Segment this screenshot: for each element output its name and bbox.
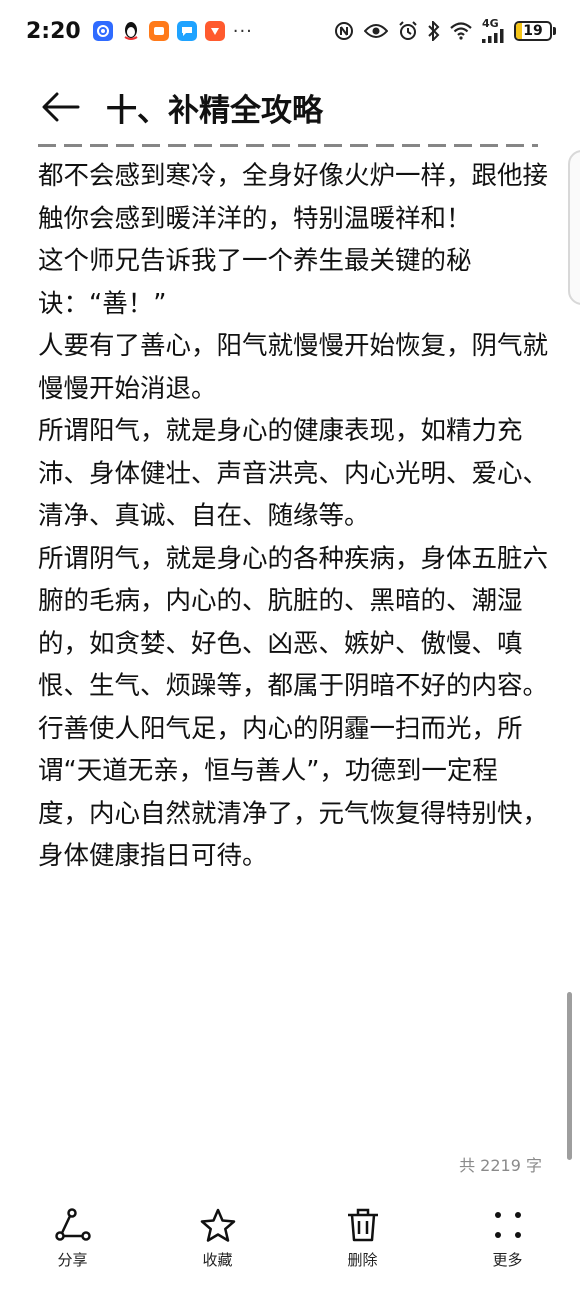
share-button[interactable]: 分享: [23, 1205, 123, 1270]
network-type-label: 4G: [482, 17, 499, 30]
clipped-text-line: [38, 140, 538, 150]
more-label: 更多: [492, 1251, 523, 1269]
app-notification-orange-icon: [148, 21, 169, 41]
more-dots-icon: [494, 1212, 521, 1238]
status-left: 2:20 ···: [26, 19, 253, 44]
side-edge-handle[interactable]: [568, 150, 580, 305]
article-body: 都不会感到寒冷，全身好像火炉一样，跟他接触你会感到暖洋洋的，特别温暖祥和！ 这个…: [38, 155, 548, 878]
battery-level: 19: [523, 23, 543, 39]
word-count: 共 2219 字: [459, 1156, 542, 1175]
nfc-icon: [334, 21, 354, 41]
article-paragraph: 行善使人阳气足，内心的阴霾一扫而光，所谓“天道无亲，恒与善人”，功德到一定程度，…: [38, 713, 549, 872]
wifi-icon: [450, 22, 472, 40]
favorite-label: 收藏: [202, 1251, 233, 1269]
delete-label: 删除: [347, 1251, 378, 1269]
eye-comfort-icon: [364, 23, 388, 39]
more-button[interactable]: 更多: [458, 1205, 558, 1270]
star-icon: [200, 1208, 235, 1242]
article-paragraph: 人要有了善心，阳气就慢慢开始恢复，阴气就慢慢开始消退。: [38, 331, 549, 404]
app-notification-blue-icon: [92, 21, 113, 41]
page-title: 十、补精全攻略: [106, 92, 323, 129]
scrollbar-thumb[interactable]: [567, 992, 572, 1160]
trash-icon: [347, 1208, 378, 1242]
back-button[interactable]: [36, 82, 86, 132]
battery-icon: 19: [514, 21, 556, 41]
alarm-icon: [398, 21, 418, 41]
article-paragraph: 这个师兄告诉我了一个养生最关键的秘诀：“善！”: [38, 246, 472, 319]
status-right: 4G 19: [334, 17, 556, 43]
status-bar: 2:20 ··· 4G 19: [0, 0, 580, 62]
bluetooth-icon: [428, 21, 440, 41]
qq-penguin-icon: [121, 21, 141, 41]
more-notifications-indicator: ···: [232, 20, 253, 42]
article-paragraph: 都不会感到寒冷，全身好像火炉一样，跟他接触你会感到暖洋洋的，特别温暖祥和！: [38, 161, 549, 234]
favorite-button[interactable]: 收藏: [168, 1205, 268, 1270]
back-arrow-icon: [42, 92, 80, 122]
message-bubble-icon: [176, 21, 197, 41]
header: 十、补精全攻略: [0, 72, 580, 142]
article-paragraph: 所谓阴气，就是身心的各种疾病，身体五脏六腑的毛病，内心的、肮脏的、黑暗的、潮湿的…: [38, 543, 549, 702]
share-icon: [54, 1208, 91, 1241]
delete-button[interactable]: 删除: [313, 1205, 413, 1270]
app-notification-red-icon: [204, 21, 225, 41]
bottom-toolbar: 分享 收藏 删除 更多: [0, 1205, 580, 1289]
cellular-signal-icon: 4G: [482, 17, 504, 43]
status-time: 2:20: [26, 18, 81, 44]
share-label: 分享: [57, 1251, 88, 1269]
article-paragraph: 所谓阳气，就是身心的健康表现，如精力充沛、身体健壮、声音洪亮、内心光明、爱心、清…: [38, 416, 549, 531]
battery-fill: [516, 23, 523, 39]
